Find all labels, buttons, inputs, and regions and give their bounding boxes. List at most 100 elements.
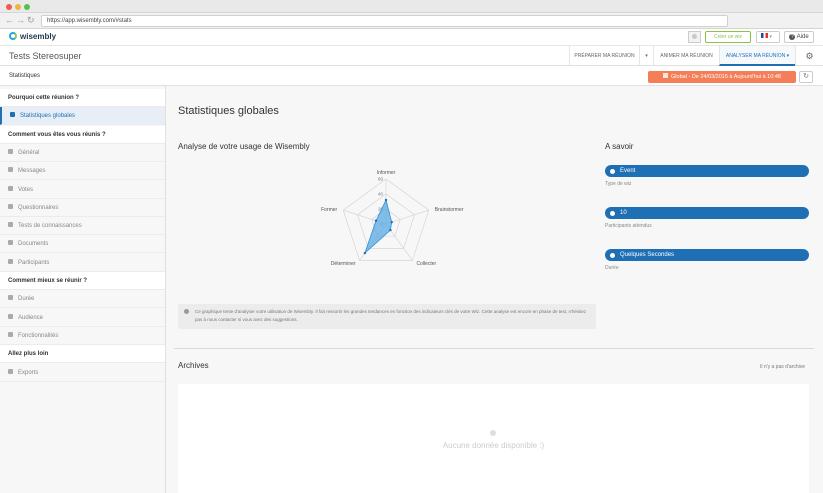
sidebar: Pourquoi cette réunion ? Statistiques glo… [0,86,166,493]
browser-window: ← → ↻ https://app.wisembly.com/#stats wi… [0,0,823,493]
tab-prepare[interactable]: PRÉPARER MA RÉUNION [569,46,639,66]
radar-data-point[interactable] [389,228,392,232]
address-bar[interactable]: https://app.wisembly.com/#stats [41,15,728,27]
sidebar-section-title: Pourquoi cette réunion ? [0,89,165,107]
radar-axis-label: Informer [376,170,396,176]
tab-prepare-dropdown[interactable]: ▾ [639,46,653,66]
sidebar-item-label: Documents [18,241,49,248]
radar-data-point[interactable] [374,219,378,222]
close-window-dot[interactable] [6,4,12,10]
refresh-button[interactable]: ↻ [799,71,813,83]
sidebar-item-fonctionnalit-s[interactable]: Fonctionnalités [0,327,165,345]
date-range-button[interactable]: Global - De 24/03/2015 à Aujourd'hui à 1… [648,71,796,83]
duration-pill: Quelques Secondes [605,249,809,261]
vote-chart-icon [8,185,13,191]
chevron-down-icon: ▾ [769,34,772,40]
radar-tick-label: 40 [378,192,384,197]
sidebar-item-label: Général [18,149,40,156]
info-icon [184,309,189,314]
help-button[interactable]: ? Aide [784,31,814,43]
page-title: Statistiques globales [178,105,279,117]
tab-analyze-label: ANALYSER MA RÉUNION [725,53,786,59]
sidebar-item-messages[interactable]: Messages [0,162,165,181]
sidebar-section-title: Comment mieux se réunir ? [0,272,165,290]
back-arrow-icon[interactable]: ← [5,15,14,26]
user-icon [8,258,13,264]
french-flag-icon [761,33,768,38]
sidebar-item-label: Fonctionnalités [18,332,59,339]
browser-toolbar: ← → ↻ https://app.wisembly.com/#stats [0,13,823,29]
sidebar-item-votes[interactable]: Votes [0,181,165,199]
participants-pill: 10 [605,207,809,219]
user-icon [610,211,615,216]
tab-animate[interactable]: ANIMER MA RÉUNION [653,46,719,66]
messages-icon [8,167,13,173]
divider [174,348,814,349]
chevron-down-icon: ▾ [645,53,648,59]
app-header: wisembly Créer un wiz ▾ ? Aide [0,29,823,46]
breadcrumb: Statistiques Global - De 24/03/2015 à Au… [0,66,823,86]
forward-arrow-icon[interactable]: → [16,15,25,26]
participants-value: 10 [620,210,627,216]
radar-axis-label: Brainstormer [434,207,464,214]
wiz-type-value: Event [620,168,636,174]
clock-icon [610,253,615,258]
sidebar-item-label: Tests de connaissances [18,223,82,230]
date-range-label: Global - De 24/03/2015 à Aujourd'hui à 1… [671,74,781,80]
browser-titlebar [0,0,823,13]
room-title: Tests Stereosuper [9,51,82,61]
breadcrumb-label: Statistiques [9,73,41,79]
logo-text: wisembly [20,32,57,41]
gear-icon: ⚙ [805,51,814,61]
sidebar-item-label: Exports [18,369,39,376]
maximize-window-dot[interactable] [24,4,30,10]
minimize-window-dot[interactable] [15,4,21,10]
sidebar-section-title: Allez plus loin [0,345,165,364]
cloud-download-icon [8,368,13,374]
a-savoir-title: A savoir [605,142,634,151]
language-select[interactable]: ▾ [756,31,780,43]
archives-title: Archives [178,361,209,370]
wisembly-logo-icon [9,32,17,40]
create-wiz-button[interactable]: Créer un wiz [705,31,751,43]
radar-axis-label: Collecter [416,261,437,268]
info-text: Ce graphique tente d'analyser votre util… [195,309,587,322]
sidebar-item-exports[interactable]: Exports [0,364,165,382]
radar-data-point[interactable] [384,198,388,202]
settings-button[interactable]: ⚙ [795,46,823,66]
duration-caption: Durée [605,265,619,271]
sidebar-item-g-n-ral[interactable]: Général [0,144,165,162]
radar-tick-label: 60 [378,177,384,182]
question-icon: ? [789,34,796,40]
wiz-type-caption: Type de wiz [605,181,632,187]
sidebar-item-participants[interactable]: Participants [0,254,165,272]
info-box: Ce graphique tente d'analyser votre util… [178,304,596,329]
radar-data-point[interactable] [363,251,367,255]
sidebar-item-label: Questionnaires [18,204,59,211]
refresh-icon: ↻ [803,73,809,80]
archives-note: Il n'y a pas d'archive [760,364,805,370]
calendar-icon [663,73,669,78]
tag-icon [8,331,13,337]
sidebar-item-label: Durée [18,296,35,303]
sidebar-item-audience[interactable]: Audience [0,309,165,327]
sidebar-item-label: Audience [18,314,44,321]
sidebar-item-dur-e[interactable]: Durée [0,290,165,309]
duration-value: Quelques Secondes [620,252,675,258]
sidebar-item-questionnaires[interactable]: Questionnaires [0,199,165,217]
sidebar-item-documents[interactable]: Documents [0,235,165,254]
upload-icon [8,222,13,228]
sidebar-item-label: Votes [18,186,34,193]
archives-panel [178,384,809,493]
reload-icon[interactable]: ↻ [27,15,35,26]
room-header: Tests Stereosuper PRÉPARER MA RÉUNION ▾ … [0,46,823,66]
clock-icon [8,295,13,301]
sidebar-item-statistiques-globales[interactable]: Statistiques globales [0,107,165,126]
radar-data-point[interactable] [390,220,393,224]
wisembly-logo[interactable]: wisembly [9,32,56,42]
sidebar-item-tests-de-connaissances[interactable]: Tests de connaissances [0,217,165,236]
user-icon [610,169,615,174]
avatar[interactable] [688,31,701,43]
empty-state-text: Aucune donnée disponible :) [442,441,545,450]
tab-analyze[interactable]: ANALYSER MA RÉUNION ▾ [719,46,795,66]
